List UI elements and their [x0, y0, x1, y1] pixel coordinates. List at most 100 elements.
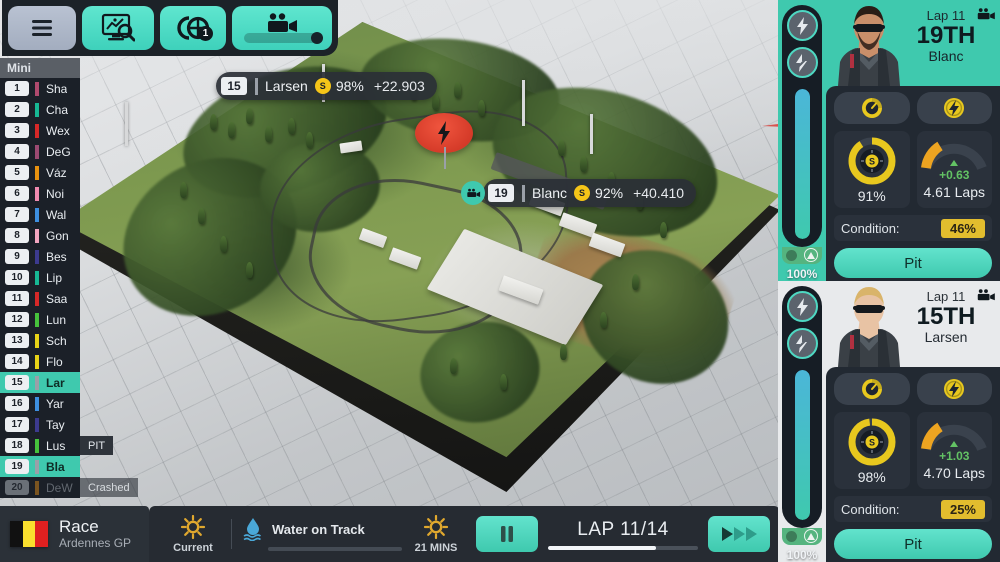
- standings-position: 18: [5, 438, 29, 453]
- fuel-delta-value: +1.03: [939, 449, 970, 463]
- pit-button[interactable]: Pit: [834, 529, 992, 559]
- telemetry-button[interactable]: [82, 6, 154, 50]
- ers-increase-button[interactable]: [804, 248, 818, 263]
- driver-panel-larsen[interactable]: 100% Lap 11 15TH Larsen S 98% +1.03 4.70…: [778, 281, 1000, 562]
- standings-row-lip[interactable]: 10 Lip: [0, 267, 80, 288]
- svg-text:S: S: [869, 157, 875, 167]
- lap-counter: LAP 11/14: [548, 519, 698, 550]
- tyre-gauge[interactable]: S 91%: [834, 131, 910, 208]
- team-color-swatch: [35, 270, 39, 285]
- ers-mode-button[interactable]: [916, 92, 992, 124]
- lap-progress-fill: [548, 545, 656, 550]
- tyre-gauge[interactable]: S 98%: [834, 412, 910, 489]
- session-info[interactable]: Race Ardennes GP: [0, 506, 149, 562]
- hazard-stem: [444, 147, 446, 169]
- car-label-position: 19: [488, 184, 514, 202]
- ers-boost-button[interactable]: [786, 291, 818, 322]
- tyre-compound-icon: S: [314, 78, 331, 94]
- standings-row-bla[interactable]: 19 Bla: [0, 456, 80, 477]
- team-color-swatch: [35, 333, 39, 348]
- fuel-gauge[interactable]: +1.03 4.70 Laps: [916, 412, 992, 489]
- team-color-swatch: [35, 102, 39, 117]
- ers-column: 100%: [778, 281, 826, 562]
- standings-row-deg[interactable]: 4 DeG: [0, 141, 80, 162]
- sun-icon: [423, 514, 449, 539]
- standings-row-váz[interactable]: 5 Váz: [0, 162, 80, 183]
- standings-row-sch[interactable]: 13 Sch: [0, 330, 80, 351]
- camera-focus-badge[interactable]: [461, 181, 485, 205]
- standings-driver-name: Lus: [46, 438, 66, 453]
- pit-button[interactable]: Pit: [834, 248, 992, 278]
- standings-row-cha[interactable]: 2 Cha: [0, 99, 80, 120]
- camera-zoom-slider[interactable]: [244, 32, 323, 44]
- standings-row-lun[interactable]: 12 Lun: [0, 309, 80, 330]
- water-label: Water on Track: [272, 521, 365, 537]
- standings-row-dew[interactable]: 20 DeW Crashed: [0, 477, 138, 498]
- standings-row-wal[interactable]: 7 Wal: [0, 204, 80, 225]
- hamburger-menu-icon: [32, 20, 52, 36]
- ers-slider-track[interactable]: [794, 370, 810, 520]
- standings-row-flo[interactable]: 14 Flo: [0, 351, 80, 372]
- standings-row-wex[interactable]: 3 Wex: [0, 120, 80, 141]
- pause-button[interactable]: [476, 516, 538, 552]
- pylon: [125, 102, 128, 146]
- standings-header[interactable]: Mini: [0, 58, 80, 78]
- ers-percent-label: 100%: [786, 267, 818, 281]
- standings-driver-name: Wex: [46, 123, 70, 138]
- team-color-swatch: [35, 312, 39, 327]
- ers-harvest-button[interactable]: [786, 328, 818, 359]
- camera-zoom-knob[interactable]: [311, 32, 323, 44]
- engine-mode-button[interactable]: [834, 92, 910, 124]
- standings-row-saa[interactable]: 11 Saa: [0, 288, 80, 309]
- pylon: [522, 80, 525, 126]
- camera-button[interactable]: [232, 6, 332, 50]
- standings-row-yar[interactable]: 16 Yar: [0, 393, 80, 414]
- standings-driver-name: DeG: [46, 144, 71, 159]
- ers-slider-track[interactable]: [794, 89, 810, 239]
- standings-driver-name: Váz: [46, 165, 67, 180]
- standings-position: 13: [5, 333, 29, 348]
- standings-driver-name: Flo: [46, 354, 63, 369]
- fuel-gauge[interactable]: +0.63 4.61 Laps: [916, 131, 992, 208]
- divider: [231, 519, 232, 549]
- strategy-button[interactable]: 1: [160, 6, 226, 50]
- standings-driver-name: Yar: [46, 396, 64, 411]
- mode-buttons: [834, 373, 992, 405]
- ers-indicator-dot: [786, 249, 797, 261]
- team-color-swatch: [35, 186, 39, 201]
- weather-current[interactable]: Current: [159, 514, 227, 554]
- ers-mode-button[interactable]: [916, 373, 992, 405]
- ers-increase-button[interactable]: [804, 529, 818, 544]
- fuel-delta-value: +0.63: [939, 168, 970, 182]
- standings-driver-name: Sha: [46, 81, 68, 96]
- standings-panel: Mini 1 Sha 2 Cha 3 Wex 4 DeG 5 Váz 6 Noi 7 Wal 8 Gon 9 Be…: [0, 58, 138, 498]
- driver-panel-blanc[interactable]: 100% Lap 11 19TH Blanc S 91% +0.63 4.61 …: [778, 0, 1000, 281]
- car-label-blanc[interactable]: 19 Blanc S 92% +40.410: [461, 179, 697, 207]
- tyre-wear-value: 92%: [595, 185, 624, 201]
- standings-driver-name: Lar: [46, 375, 65, 390]
- weather-forecast[interactable]: 21 MINS: [402, 514, 470, 554]
- standings-row-tay[interactable]: 17 Tay: [0, 414, 80, 435]
- standings-row-noi[interactable]: 6 Noi: [0, 183, 80, 204]
- driver-header: Lap 11 15TH Larsen: [826, 281, 1000, 367]
- standings-position: 14: [5, 354, 29, 369]
- driver-panels: 100% Lap 11 19TH Blanc S 91% +0.63 4.61 …: [778, 0, 1000, 562]
- standings-position: 5: [5, 165, 29, 180]
- standings-row-gon[interactable]: 8 Gon: [0, 225, 80, 246]
- hazard-marker[interactable]: [415, 113, 473, 169]
- standings-row-lus[interactable]: 18 Lus PIT: [0, 435, 114, 456]
- driver-lap: Lap 11: [926, 289, 966, 304]
- menu-button[interactable]: [8, 6, 76, 50]
- standings-row-lar[interactable]: 15 Lar: [0, 372, 80, 393]
- standings-row-sha[interactable]: 1 Sha: [0, 78, 80, 99]
- car-label-name: Larsen: [265, 78, 308, 94]
- ers-slider-fill: [794, 89, 810, 239]
- driver-stats: S 98% +1.03 4.70 Laps Condition: 25% Pit: [826, 367, 1000, 562]
- standings-row-bes[interactable]: 9 Bes: [0, 246, 80, 267]
- car-label-larsen[interactable]: 15 Larsen S 98% +22.903: [216, 72, 437, 100]
- ers-boost-button[interactable]: [786, 10, 818, 41]
- ers-harvest-button[interactable]: [786, 47, 818, 78]
- fast-forward-button[interactable]: [708, 516, 770, 552]
- driver-portrait: [838, 6, 900, 86]
- engine-mode-button[interactable]: [834, 373, 910, 405]
